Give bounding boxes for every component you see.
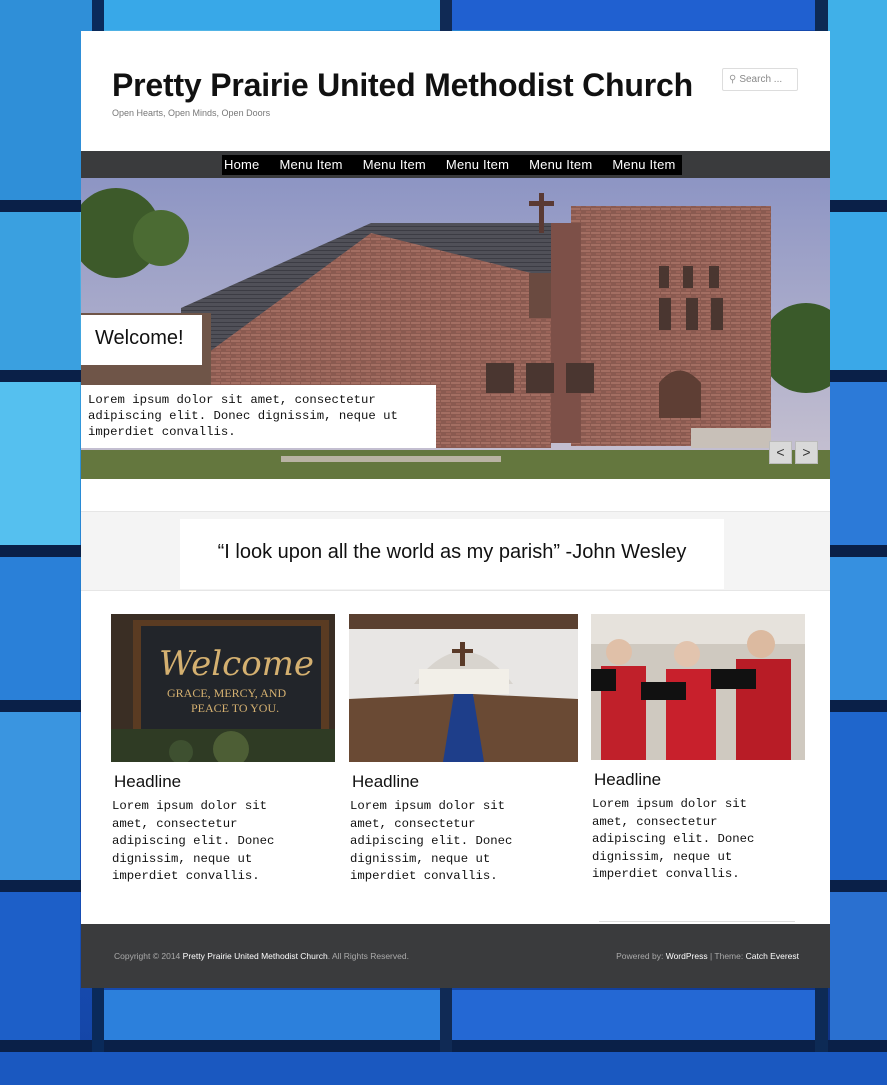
nav-item-menu-2[interactable]: Menu Item [357, 155, 432, 175]
theme-link[interactable]: Catch Everest [746, 951, 799, 961]
nav-item-menu-4[interactable]: Menu Item [523, 155, 598, 175]
feature-body: Lorem ipsum dolor sit amet, consectetur … [112, 799, 275, 884]
nav-item-menu-5[interactable]: Menu Item [606, 155, 681, 175]
site-title[interactable]: Pretty Prairie United Methodist Church [112, 67, 693, 104]
slider-prev-button[interactable]: < [769, 441, 792, 464]
sign-line-1: GRACE, MERCY, AND [167, 686, 287, 700]
theme-label: Theme: [714, 951, 744, 961]
wordpress-link[interactable]: WordPress [666, 951, 708, 961]
footer-separator: | [709, 951, 713, 961]
feature-body: Lorem ipsum dolor sit amet, consectetur … [350, 799, 513, 884]
feature-headline[interactable]: Headline [349, 772, 578, 792]
quote-text: “I look upon all the world as my parish”… [180, 519, 724, 589]
search-input[interactable]: ⚲ Search ... [722, 68, 798, 91]
search-icon: ⚲ [729, 74, 737, 85]
footer-site-link[interactable]: Pretty Prairie United Methodist Church [183, 951, 328, 961]
sanctuary-photo[interactable] [349, 614, 578, 762]
welcome-sign-photo[interactable]: Welcome GRACE, MERCY, AND PEACE TO YOU. [111, 614, 335, 762]
choir-photo[interactable] [591, 614, 805, 760]
divider [599, 921, 795, 922]
main-navigation: Home Menu Item Menu Item Menu Item Menu … [81, 151, 830, 178]
site-tagline: Open Hearts, Open Minds, Open Doors [112, 108, 271, 118]
slide-caption: Lorem ipsum dolor sit amet, consectetur … [81, 385, 436, 448]
feature-headline[interactable]: Headline [591, 770, 805, 790]
powered-by-label: Powered by: [616, 951, 664, 961]
copyright-prefix: Copyright © 2014 [114, 951, 181, 961]
nav-menu: Home Menu Item Menu Item Menu Item Menu … [222, 155, 682, 175]
site-footer: Copyright © 2014 Pretty Prairie United M… [81, 924, 830, 988]
sign-line-2: PEACE TO YOU. [191, 701, 280, 715]
feature-headline[interactable]: Headline [111, 772, 335, 792]
slide-heading: Welcome! [81, 315, 202, 365]
search-placeholder: Search ... [739, 74, 783, 85]
feature-card-3: Headline Lorem ipsum dolor sit amet, con… [591, 614, 805, 884]
page-container: Pretty Prairie United Methodist Church O… [81, 31, 830, 988]
footer-credits: Powered by: WordPress | Theme: Catch Eve… [616, 951, 799, 961]
hero-slider[interactable]: Welcome! Lorem ipsum dolor sit amet, con… [81, 178, 830, 479]
feature-card-1: Welcome GRACE, MERCY, AND PEACE TO YOU. … [111, 614, 335, 886]
feature-card-2: Headline Lorem ipsum dolor sit amet, con… [349, 614, 578, 886]
quote-section: “I look upon all the world as my parish”… [81, 511, 830, 591]
rights-text: . All Rights Reserved. [327, 951, 409, 961]
footer-copyright: Copyright © 2014 Pretty Prairie United M… [114, 951, 409, 961]
nav-item-home[interactable]: Home [222, 155, 265, 175]
feature-body: Lorem ipsum dolor sit amet, consectetur … [592, 797, 755, 882]
sign-script-text: Welcome [159, 644, 315, 684]
nav-item-menu-1[interactable]: Menu Item [273, 155, 348, 175]
slider-next-button[interactable]: > [795, 441, 818, 464]
nav-item-menu-3[interactable]: Menu Item [440, 155, 515, 175]
